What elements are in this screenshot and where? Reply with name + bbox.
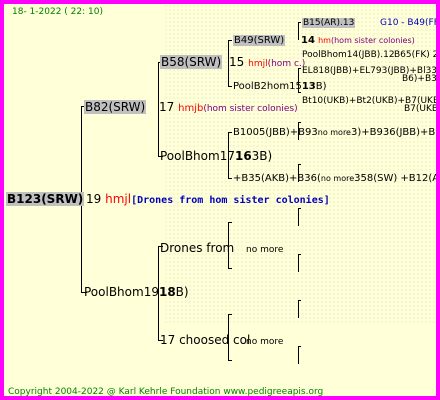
connector [228, 40, 232, 41]
b49-breeder[interactable]: hm [318, 36, 331, 45]
b82-number: 17 [159, 100, 175, 114]
b15-name[interactable]: B15(AR).13 [302, 18, 356, 28]
pool17-suffix: 3B) [251, 149, 273, 163]
root-queen[interactable]: B123(SRW) [6, 192, 85, 206]
connector [298, 208, 301, 209]
pool14-queen[interactable]: PoolBhom14(JBB).12 [302, 48, 395, 62]
b49-name[interactable]: B49(SRW) [233, 35, 286, 46]
pool15-number: 13 [301, 81, 316, 92]
b15-queen[interactable]: B15(AR).13 [302, 16, 356, 30]
connector [298, 208, 299, 226]
pool17-number: 16 [234, 149, 252, 163]
b49-queen[interactable]: B49(SRW) [233, 34, 286, 48]
connector [298, 300, 299, 318]
b58-breeder[interactable]: hmjl [248, 59, 267, 69]
pool17-name[interactable]: PoolBhom17 [160, 149, 235, 163]
bt10-tail: B7(UKB) [404, 104, 440, 114]
b82-queen[interactable]: B82(SRW) [84, 100, 147, 114]
chosen-label[interactable]: 17 choosed col [160, 333, 250, 347]
b58-note: (hom c.) [267, 59, 306, 69]
g10-queen[interactable]: G10 - B49(FF) [380, 16, 436, 30]
b35-rest: 358(SW) +B12(ASK [354, 173, 440, 184]
connector [298, 122, 301, 123]
connector [298, 346, 299, 364]
connector [228, 132, 232, 133]
connector [298, 22, 301, 23]
connector [298, 22, 299, 40]
root-name[interactable]: B123(SRW) [6, 192, 85, 206]
drones-from[interactable]: Drones from [160, 241, 234, 255]
connector [298, 254, 301, 255]
b82-name[interactable]: B82(SRW) [84, 100, 147, 114]
connector [228, 268, 232, 269]
connector [228, 314, 232, 315]
drones-no-more: no more [246, 245, 284, 255]
b1005-no-more: no more [317, 128, 351, 137]
copyright-footer: Copyright 2004-2022 @ Karl Kehrle Founda… [8, 387, 324, 397]
b58-queen[interactable]: B58(SRW) [160, 55, 223, 69]
connector [228, 222, 232, 223]
drones-label[interactable]: Drones from [160, 241, 234, 255]
el818-tail: B6)+B37 [402, 74, 440, 84]
connector [298, 300, 301, 301]
root-info: 19 hmjl[Drones from hom sister colonies] [86, 192, 330, 208]
pool19-suffix: B) [175, 285, 189, 299]
connector [298, 254, 299, 272]
chosen-colonies[interactable]: 17 choosed col [160, 333, 250, 347]
root-note: [Drones from hom sister colonies] [131, 195, 330, 206]
b58-info: 15 hmjl(hom c.) [229, 55, 305, 71]
b1005-rest: 3)+B936(JBB)+B94 [350, 127, 440, 138]
pool19-number: 18 [158, 285, 176, 299]
b49-number: 14 [301, 35, 315, 46]
b865-queen[interactable]: B65(FK) 2 [394, 48, 436, 62]
connector [298, 346, 301, 347]
pool15-name[interactable]: PoolB2hom15 [233, 81, 302, 92]
connector [228, 86, 232, 87]
b49-note: (hom sister colonies) [330, 36, 415, 45]
b1005-name[interactable]: B1005(JBB)+B93 [233, 127, 318, 138]
pool19-name[interactable]: PoolBhom19 [84, 285, 159, 299]
pool19-queen[interactable]: PoolBhom1918B) [84, 285, 189, 299]
date-stamp: 18- 1-2022 ( 22: 10) [12, 7, 103, 17]
b35-no-more: no more [320, 174, 355, 183]
pool17-queen[interactable]: PoolBhom17163B) [160, 149, 272, 163]
b49-info: 14 hm(hom sister colonies) [301, 34, 415, 48]
connector [228, 360, 232, 361]
pool15-suffix: B) [315, 81, 327, 92]
b35-queen[interactable]: +B35(AKB)+B36(no more358(SW) +B12(ASK [233, 172, 440, 186]
b82-breeder[interactable]: hmjb [178, 103, 203, 114]
connector [228, 178, 232, 179]
b1005-queen[interactable]: B1005(JBB)+B93no more3)+B936(JBB)+B94 [233, 126, 440, 140]
connector [298, 164, 301, 165]
pedigree-frame: 18- 1-2022 ( 22: 10) B123(SRW) 19 hmjl[D… [0, 0, 440, 400]
b82-info: 17 hmjb(hom sister colonies) [159, 100, 298, 116]
b35-name[interactable]: +B35(AKB)+B36( [233, 173, 321, 184]
root-breeder[interactable]: hmjl [105, 192, 131, 206]
chosen-no-more: no more [246, 337, 284, 347]
pool14-name[interactable]: PoolBhom14(JBB).12 [302, 50, 395, 60]
root-number: 19 [86, 192, 102, 206]
b58-number: 15 [229, 55, 245, 69]
pool15-queen[interactable]: PoolB2hom1513B) [233, 80, 327, 94]
b58-name[interactable]: B58(SRW) [160, 55, 223, 69]
b82-note: (hom sister colonies) [203, 104, 298, 114]
